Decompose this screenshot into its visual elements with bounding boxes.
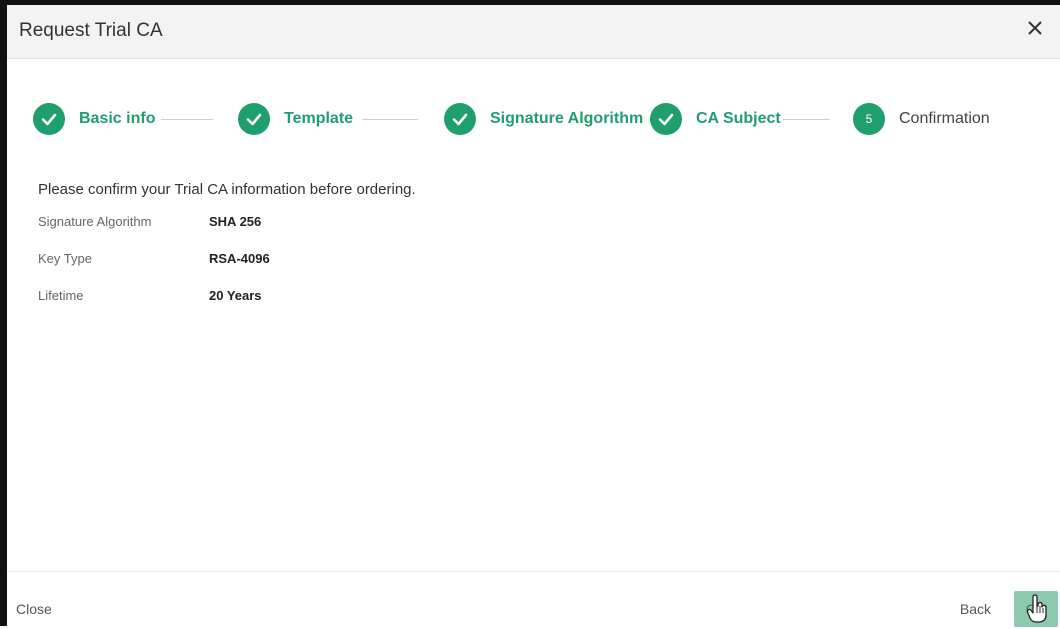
back-button[interactable]: Back xyxy=(960,601,991,617)
hand-cursor-icon xyxy=(1026,594,1048,624)
confirmation-intro: Please confirm your Trial CA information… xyxy=(38,181,416,198)
step-label: Signature Algorithm xyxy=(490,110,644,127)
stepper: Basic info Template Signature Algorithm … xyxy=(7,99,1060,139)
step-number-badge: 5 xyxy=(853,103,885,135)
info-key: Lifetime xyxy=(38,288,84,303)
info-value: RSA-4096 xyxy=(209,251,270,266)
close-button[interactable]: Close xyxy=(16,601,52,617)
info-key: Signature Algorithm xyxy=(38,214,152,229)
step-label: Basic info xyxy=(79,110,156,127)
check-icon xyxy=(33,103,65,135)
info-value: SHA 256 xyxy=(209,214,262,229)
step-connector xyxy=(783,119,830,120)
dialog-title: Request Trial CA xyxy=(19,20,163,41)
check-icon xyxy=(444,103,476,135)
step-ca-subject: CA Subject xyxy=(650,99,781,139)
step-signature-algorithm: Signature Algorithm xyxy=(444,99,643,139)
info-key: Key Type xyxy=(38,251,92,266)
step-connector xyxy=(161,119,213,120)
info-value: 20 Years xyxy=(209,288,262,303)
request-trial-ca-dialog: Request Trial CA Basic info Template Sig… xyxy=(0,0,1060,627)
step-label: CA Subject xyxy=(696,110,781,127)
step-connector xyxy=(362,119,418,120)
check-icon xyxy=(650,103,682,135)
step-label: Template xyxy=(284,110,354,127)
step-confirmation: 5 Confirmation xyxy=(853,99,990,139)
step-basic-info: Basic info xyxy=(33,99,155,139)
check-icon xyxy=(238,103,270,135)
confirmation-content: Please confirm your Trial CA information… xyxy=(38,181,416,303)
dialog-header: Request Trial CA xyxy=(7,5,1060,59)
dialog-footer: Close Back OK xyxy=(7,571,1060,627)
step-template: Template xyxy=(238,99,353,139)
close-icon[interactable] xyxy=(1024,17,1046,39)
step-label: Confirmation xyxy=(899,110,990,127)
